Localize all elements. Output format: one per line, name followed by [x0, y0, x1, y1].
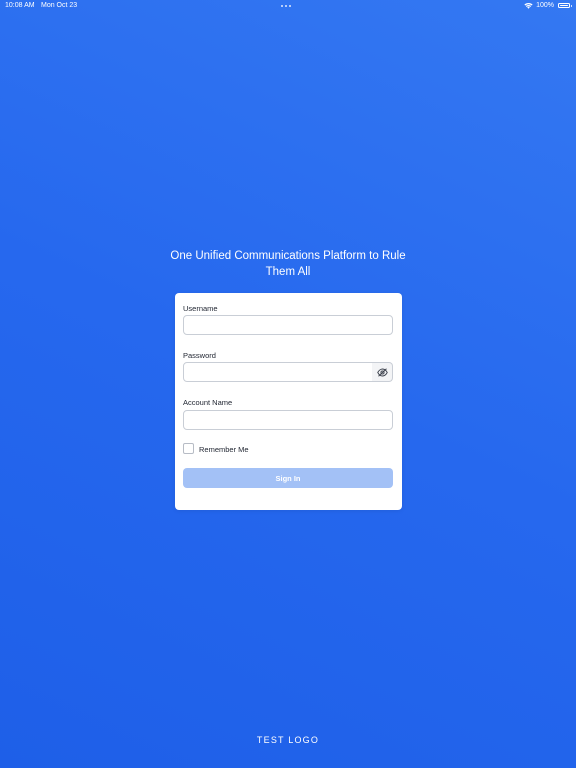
bottom-logo: TEST LOGO [256, 735, 320, 745]
headline: One Unified Communications Platform to R… [170, 250, 406, 278]
status-indicators: 100% [524, 2, 572, 9]
login-card: Username Password Account Name Remember … [175, 293, 402, 510]
status-date: Mon Oct 23 [41, 2, 78, 9]
status-time: 10:08 AM [5, 2, 35, 9]
username-field[interactable] [183, 315, 393, 335]
remember-me-label[interactable]: Remember Me [199, 445, 249, 454]
remember-me-checkbox[interactable] [183, 443, 194, 454]
multitasking-dots-icon[interactable] [281, 5, 291, 7]
username-label: Username [183, 304, 218, 313]
status-bar: 10:08 AM Mon Oct 23 100% [0, 0, 576, 12]
password-reveal-button[interactable] [372, 362, 393, 382]
account-name-label: Account Name [183, 398, 233, 407]
battery-icon [558, 3, 572, 8]
sign-in-button[interactable]: Sign In [183, 468, 393, 488]
eye-slash-icon [376, 367, 388, 377]
account-name-field[interactable] [183, 410, 393, 430]
password-label: Password [183, 351, 216, 360]
wifi-icon [524, 2, 533, 9]
password-field[interactable] [183, 362, 373, 382]
battery-percent: 100% [536, 2, 554, 9]
